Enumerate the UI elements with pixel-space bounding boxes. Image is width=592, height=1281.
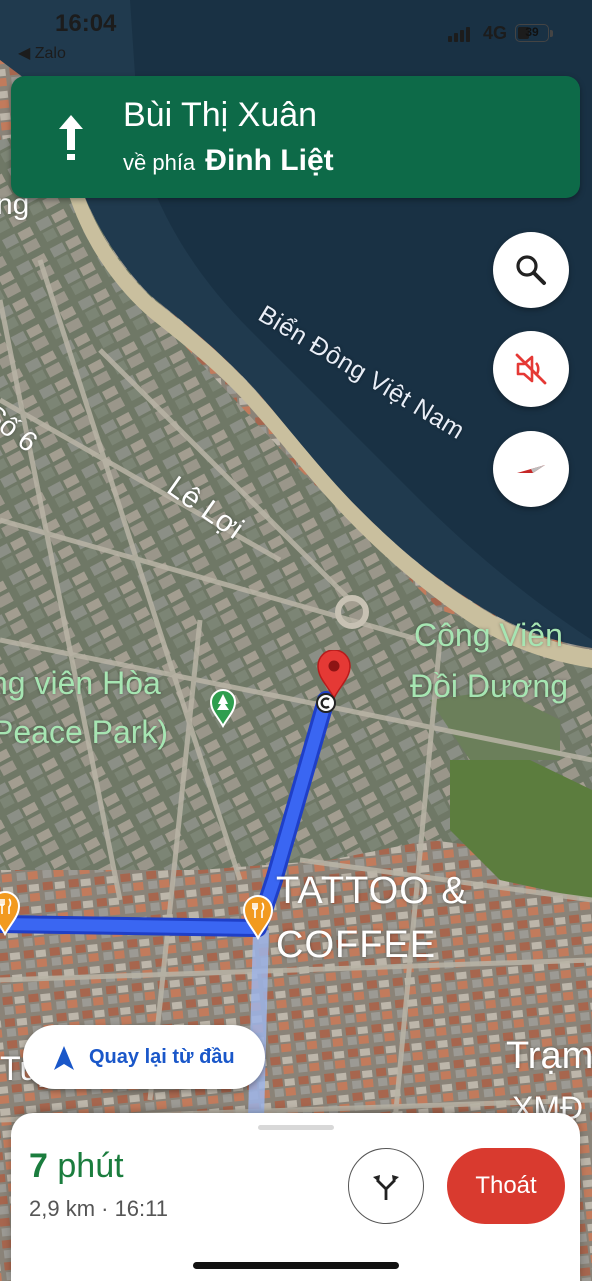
- current-location-icon: [316, 693, 336, 713]
- toward-direction: về phía Đinh Liệt: [123, 144, 334, 178]
- navigation-instruction-banner[interactable]: Bùi Thị Xuân về phía Đinh Liệt: [11, 76, 580, 198]
- eta-unit: phút: [57, 1147, 124, 1185]
- poi-label-tattoo-line2[interactable]: COFFEE: [276, 924, 436, 967]
- status-bar: 16:04 ◀ Zalo 4G 39: [0, 0, 592, 66]
- battery-cap: [550, 30, 553, 37]
- trip-details: 2,9 km · 16:11: [29, 1196, 168, 1221]
- arrow-up-icon: [59, 115, 83, 160]
- exit-navigation-button[interactable]: Thoát: [447, 1148, 565, 1224]
- compass-button[interactable]: [493, 431, 569, 507]
- search-along-route-button[interactable]: [493, 232, 569, 308]
- park-label-peace-line1: ng viên Hòa: [0, 665, 161, 701]
- eta-value: 7: [29, 1147, 48, 1185]
- compass-icon: [517, 465, 545, 473]
- park-label-peace-line2: Peace Park): [0, 714, 169, 750]
- recenter-label: Quay lại từ đầu: [89, 1046, 235, 1068]
- volume-off-icon: [515, 353, 547, 385]
- map-label-tram: Trạm: [506, 1035, 592, 1077]
- home-indicator[interactable]: [193, 1262, 399, 1269]
- alternate-routes-icon: [373, 1175, 399, 1200]
- park-pin-icon[interactable]: [208, 688, 238, 728]
- trip-summary-sheet[interactable]: 7 phút 2,9 km · 16:11 Thoát: [11, 1113, 580, 1281]
- eta-duration: 7 phút: [29, 1147, 124, 1186]
- sheet-drag-handle[interactable]: [258, 1125, 334, 1130]
- toward-prefix: về phía: [123, 150, 196, 175]
- poi-label-tattoo-line1[interactable]: TATTOO &: [276, 870, 468, 913]
- status-time: 16:04: [55, 10, 117, 37]
- next-street-name: Bùi Thị Xuân: [123, 96, 318, 134]
- recenter-button[interactable]: Quay lại từ đầu: [23, 1025, 265, 1089]
- park-label-doi-duong-line2: Đồi Dương: [410, 668, 569, 704]
- cellular-signal-icon: [448, 26, 470, 42]
- navigation-arrow-icon: [54, 1046, 74, 1070]
- toward-street: Đinh Liệt: [205, 144, 334, 177]
- alternate-routes-button[interactable]: [348, 1148, 424, 1224]
- restaurant-pin-icon[interactable]: [241, 894, 275, 940]
- restaurant-pin-icon[interactable]: [0, 890, 22, 936]
- back-to-app-link[interactable]: ◀ Zalo: [18, 43, 66, 63]
- park-label-doi-duong-line1: Công Viên: [414, 617, 563, 653]
- search-icon: [516, 255, 546, 285]
- network-type: 4G: [483, 23, 508, 43]
- battery-level: 39: [525, 25, 539, 39]
- mute-button[interactable]: [493, 331, 569, 407]
- battery-icon: 39: [515, 24, 549, 42]
